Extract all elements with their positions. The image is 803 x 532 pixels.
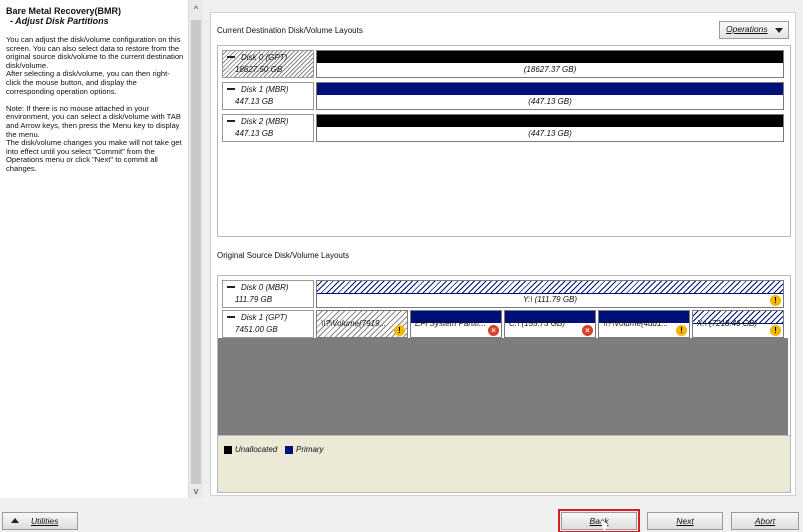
- src-disk-1-label[interactable]: Disk 1 (GPT) 7451.00 GB: [222, 310, 314, 338]
- src-volume-2[interactable]: EFI System Partiti... ×: [410, 310, 502, 338]
- operations-label: Operations: [726, 24, 768, 34]
- src-disk-row[interactable]: Disk 1 (GPT) 7451.00 GB \\?\Volume{7919.…: [222, 310, 784, 338]
- utilities-button[interactable]: Utilities: [2, 512, 78, 530]
- primary-swatch: [285, 446, 293, 454]
- dest-disk-row[interactable]: Disk 1 (MBR) 447.13 GB (447.13 GB): [222, 82, 784, 110]
- error-icon: ×: [582, 325, 593, 336]
- warning-icon: !: [394, 325, 405, 336]
- src-volume-3[interactable]: C:\ (155.73 GB) ×: [504, 310, 596, 338]
- destination-label: Current Destination Disk/Volume Layouts: [217, 26, 363, 35]
- chevron-down-icon: [775, 28, 783, 33]
- legend-primary: Primary: [296, 445, 324, 454]
- sidebar-scrollbar[interactable]: ^ v: [188, 0, 203, 498]
- scroll-up-icon[interactable]: ^: [189, 2, 203, 16]
- dest-disk-1-volume[interactable]: (447.13 GB): [316, 82, 784, 110]
- unallocated-swatch: [224, 446, 232, 454]
- utilities-label: Utilities: [31, 516, 59, 526]
- unallocated-bar: [317, 115, 783, 127]
- disk-size: 18627.50 GB: [235, 65, 283, 74]
- help-subtitle: - Adjust Disk Partitions: [10, 16, 109, 26]
- collapse-icon[interactable]: [227, 56, 235, 58]
- destination-layout-area: Disk 0 (GPT) 18627.50 GB (18627.37 GB) D…: [217, 45, 791, 237]
- dest-disk-0-label[interactable]: Disk 0 (GPT) 18627.50 GB: [222, 50, 314, 78]
- disk-size: 7451.00 GB: [235, 325, 278, 334]
- unallocated-bar: [317, 51, 783, 63]
- dest-disk-1-label[interactable]: Disk 1 (MBR) 447.13 GB: [222, 82, 314, 110]
- legend-unallocated: Unallocated: [235, 445, 278, 454]
- primary-bar: [317, 83, 783, 95]
- layout-panel: Current Destination Disk/Volume Layouts …: [210, 12, 796, 496]
- volume-size: (18627.37 GB): [523, 65, 577, 74]
- disk-size: 447.13 GB: [235, 97, 274, 106]
- collapse-icon[interactable]: [227, 88, 235, 90]
- warning-icon: !: [770, 325, 781, 336]
- help-text: You can adjust the disk/volume configura…: [6, 35, 184, 173]
- collapse-icon[interactable]: [227, 286, 235, 288]
- disk-name: Disk 0 (GPT): [241, 53, 288, 62]
- dest-disk-2-label[interactable]: Disk 2 (MBR) 447.13 GB: [222, 114, 314, 142]
- scroll-thumb[interactable]: [191, 20, 201, 484]
- dest-disk-row[interactable]: Disk 2 (MBR) 447.13 GB (447.13 GB): [222, 114, 784, 142]
- src-disk-row[interactable]: Disk 0 (MBR) 111.79 GB Y:\ (111.79 GB) !: [222, 280, 784, 308]
- warning-icon: !: [676, 325, 687, 336]
- src-disk-0-label[interactable]: Disk 0 (MBR) 111.79 GB: [222, 280, 314, 308]
- src-volume-5[interactable]: X:\ (7218.46 GB) !: [692, 310, 784, 338]
- volume-size: (447.13 GB): [528, 129, 572, 138]
- abort-button[interactable]: Abort: [731, 512, 799, 530]
- source-label: Original Source Disk/Volume Layouts: [217, 251, 350, 260]
- error-icon: ×: [488, 325, 499, 336]
- disk-name: Disk 0 (MBR): [241, 283, 289, 292]
- disk-name: Disk 2 (MBR): [241, 117, 289, 126]
- volume-label: Y:\ (111.79 GB): [522, 295, 578, 304]
- collapse-icon[interactable]: [227, 120, 235, 122]
- next-button[interactable]: Next: [647, 512, 723, 530]
- dest-disk-row[interactable]: Disk 0 (GPT) 18627.50 GB (18627.37 GB): [222, 50, 784, 78]
- volume-size: (447.13 GB): [528, 97, 572, 106]
- dest-disk-0-volume[interactable]: (18627.37 GB): [316, 50, 784, 78]
- scroll-down-icon[interactable]: v: [189, 484, 203, 498]
- triangle-up-icon: [11, 518, 19, 523]
- back-button[interactable]: Back: [558, 509, 640, 532]
- help-sidebar: Bare Metal Recovery(BMR) - Adjust Disk P…: [0, 0, 188, 498]
- next-label: Next: [676, 516, 694, 526]
- disk-size: 111.79 GB: [235, 295, 273, 304]
- src-volume-1[interactable]: \\?\Volume{7919... !: [316, 310, 408, 338]
- collapse-icon[interactable]: [227, 316, 235, 318]
- dest-disk-2-volume[interactable]: (447.13 GB): [316, 114, 784, 142]
- src-disk-0-volume[interactable]: Y:\ (111.79 GB) !: [316, 280, 784, 308]
- src-volume-4[interactable]: \\?\Volume{4dd1... !: [598, 310, 690, 338]
- help-title: Bare Metal Recovery(BMR): [6, 6, 122, 16]
- primary-bar: [317, 281, 783, 294]
- disk-name: Disk 1 (MBR): [241, 85, 289, 94]
- operations-button[interactable]: Operations: [719, 21, 789, 39]
- disk-name: Disk 1 (GPT): [241, 313, 288, 322]
- warning-icon: !: [770, 295, 781, 306]
- legend: Unallocated Primary: [217, 435, 791, 493]
- disk-size: 447.13 GB: [235, 129, 274, 138]
- abort-label: Abort: [754, 516, 776, 526]
